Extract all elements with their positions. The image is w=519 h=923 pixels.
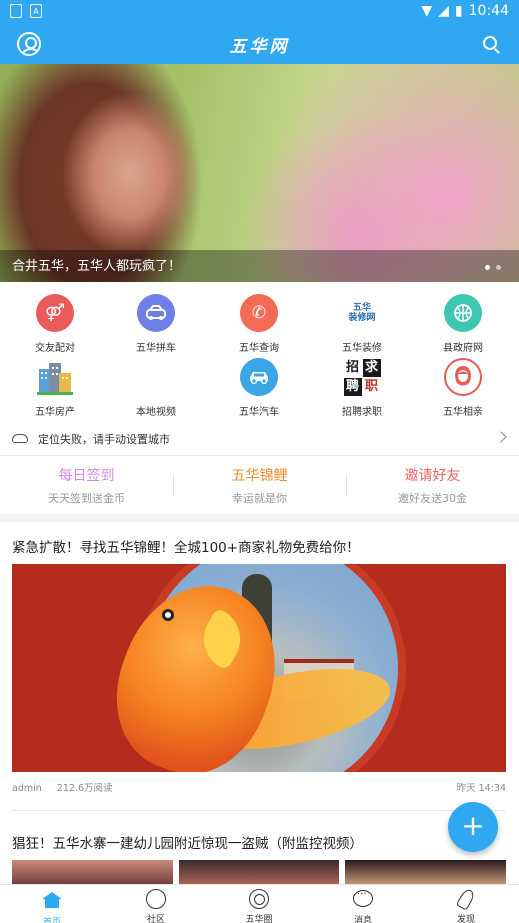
promo-daily-checkin[interactable]: 每日签到 天天签到送金币 — [0, 456, 173, 512]
tab-label: 社区 — [146, 915, 165, 923]
grid-label: 五华相亲 — [443, 407, 483, 418]
status-bar: A ▼ ◢ ▮ 10:44 — [0, 0, 519, 24]
home-icon — [41, 892, 63, 914]
circle-icon — [248, 889, 270, 911]
buildings-icon — [35, 358, 75, 396]
article-thumbnails — [12, 860, 507, 886]
section-divider — [0, 514, 519, 522]
thumbnail-image[interactable] — [178, 860, 340, 886]
dating-portrait-icon — [444, 358, 482, 396]
thumbnail-image[interactable] — [345, 860, 507, 886]
grid-item-county-gov[interactable]: 县政府网 — [411, 294, 515, 354]
koi-eye — [162, 609, 174, 621]
tab-label: 五华圈 — [245, 915, 273, 923]
promo-lucky-koi[interactable]: 五华锦鲤 幸运就是你 — [173, 456, 346, 512]
article-time: 昨天 14:34 — [456, 783, 506, 794]
tab-label: 消息 — [353, 916, 372, 923]
grid-item-local-video[interactable]: 本地视频 — [104, 358, 208, 418]
promo-title: 邀请好友 — [404, 468, 461, 484]
tab-wuhua-circle[interactable]: 五华圈 — [207, 888, 311, 923]
signal-icon: ◢ — [438, 3, 449, 19]
grid-label: 五华装修 — [342, 343, 382, 354]
location-status-text: 定位失败，请手动设置城市 — [38, 433, 170, 446]
grid-label: 五华拼车 — [136, 343, 176, 354]
bottom-tab-bar: 首页 社区 五华圈 消息 发现 — [0, 884, 519, 923]
grid-item-real-estate[interactable]: 五华房产 — [3, 358, 107, 418]
grid-item-auto[interactable]: 五华汽车 — [207, 358, 311, 418]
tab-label: 发现 — [456, 915, 475, 923]
basketball-icon — [444, 294, 482, 332]
chevron-right-icon — [495, 431, 507, 443]
car-icon — [240, 358, 278, 396]
recruit-logo-icon: 招 求 聘 职 — [342, 358, 382, 396]
thumbnail-image[interactable] — [12, 860, 173, 886]
add-post-button[interactable]: + — [448, 802, 498, 852]
phone-icon: ✆ — [240, 294, 278, 332]
banner-carousel[interactable]: 合井五华，五华人都玩疯了！ — [0, 64, 519, 282]
carousel-dot-1[interactable] — [485, 265, 490, 270]
wifi-icon: ▼ — [421, 3, 433, 19]
search-icon[interactable] — [483, 36, 497, 50]
tab-messages[interactable]: 消息 — [311, 888, 415, 923]
grid-item-query[interactable]: ✆ 五华查询 — [207, 294, 311, 354]
article-cover-image[interactable] — [12, 564, 506, 772]
promo-invite-friends[interactable]: 邀请好友 邀好友送30金 — [346, 456, 519, 512]
grid-label: 五华查询 — [239, 343, 279, 354]
carousel-dot-2[interactable] — [496, 265, 501, 270]
car-share-icon — [137, 294, 175, 332]
article-meta: admin 212.6万阅读 昨天 14:34 — [12, 780, 506, 794]
rocket-icon — [455, 887, 477, 911]
grid-label: 本地视频 — [136, 407, 176, 418]
top-nav-bar: 五华网 — [0, 24, 519, 64]
tab-discover[interactable]: 发现 — [414, 887, 518, 923]
grid-label: 五华汽车 — [239, 407, 279, 418]
message-bubble-icon — [352, 889, 374, 912]
promo-row: 每日签到 天天签到送金币 五华锦鲤 幸运就是你 邀请好友 邀好友送30金 — [0, 456, 519, 512]
gender-match-icon: ⚤ — [36, 294, 74, 332]
grid-item-dating-match[interactable]: ⚤ 交友配对 — [3, 294, 107, 354]
app-title: 五华网 — [229, 37, 290, 57]
grid-item-blind-date[interactable]: 五华相亲 — [411, 358, 515, 418]
tab-label: 首页 — [42, 918, 61, 923]
system-indicators: ▼ ◢ ▮ 10:44 — [421, 3, 509, 19]
notification-a-icon: A — [30, 4, 42, 18]
renovation-logo-icon: 五华 装修网 — [348, 303, 376, 323]
grid-label: 招聘求职 — [342, 407, 382, 418]
community-icon — [145, 889, 167, 911]
article-title[interactable]: 紧急扩散！寻找五华锦鲤！全城100+商家礼物免费给你！ — [12, 536, 360, 556]
location-bar[interactable]: 定位失败，请手动设置城市 — [0, 426, 519, 452]
article-views: 212.6万阅读 — [56, 783, 113, 794]
notification-box-icon — [10, 4, 22, 18]
banner-caption: 合井五华，五华人都玩疯了！ — [12, 259, 182, 274]
grid-label: 交友配对 — [35, 343, 75, 354]
grid-item-renovation[interactable]: 五华 装修网 五华装修 — [310, 294, 414, 354]
carousel-indicator — [485, 265, 501, 270]
grid-item-recruitment[interactable]: 招 求 聘 职 招聘求职 — [310, 358, 414, 418]
promo-title: 五华锦鲤 — [231, 468, 288, 484]
battery-icon: ▮ — [454, 3, 463, 19]
cloud-icon — [12, 434, 28, 443]
article-author: admin — [12, 783, 42, 794]
divider — [12, 810, 506, 811]
tab-community[interactable]: 社区 — [104, 888, 208, 923]
promo-subtitle: 天天签到送金币 — [48, 492, 125, 505]
status-time: 10:44 — [468, 3, 509, 19]
video-icon — [136, 358, 176, 396]
grid-label: 五华房产 — [35, 407, 75, 418]
article-title[interactable]: 猖狂！五华水寨一建幼儿园附近惊现一盗贼（附监控视频） — [12, 832, 363, 852]
promo-subtitle: 幸运就是你 — [232, 492, 287, 505]
tab-home[interactable]: 首页 — [0, 888, 104, 923]
promo-subtitle: 邀好友送30金 — [398, 492, 467, 505]
grid-item-carpool[interactable]: 五华拼车 — [104, 294, 208, 354]
promo-title: 每日签到 — [58, 468, 115, 484]
notification-icons: A — [10, 4, 42, 18]
grid-label: 县政府网 — [443, 343, 483, 354]
